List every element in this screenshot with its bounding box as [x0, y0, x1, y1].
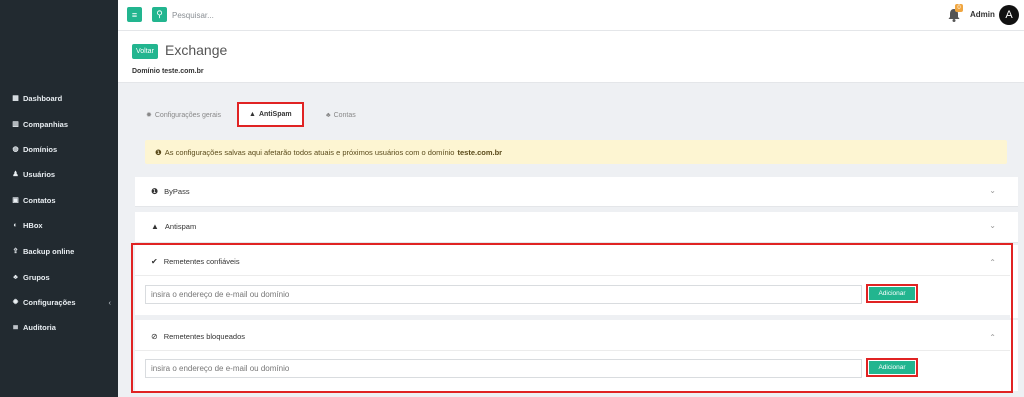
chevron-down-icon[interactable]: ⌄ — [989, 221, 996, 230]
sidebar-item-dominios[interactable]: ◍ Domínios — [11, 142, 111, 156]
avatar[interactable]: A — [999, 5, 1019, 25]
sidebar-item-hbox[interactable]: ◐ HBox — [11, 218, 111, 232]
search-button[interactable]: ⚲ — [152, 7, 167, 22]
sidebar-item-label: Grupos — [23, 272, 50, 282]
sidebar-item-label: Usuários — [23, 169, 56, 179]
user-icon: ♟ — [12, 171, 19, 178]
tab-label: Contas — [333, 111, 356, 119]
sidebar-item-label: Domínios — [23, 144, 58, 154]
tab-bar: ✹ Configurações gerais ▲ AntiSpam ♣ Cont… — [138, 100, 438, 129]
user-name[interactable]: Admin — [970, 10, 995, 19]
sidebar-item-companhias[interactable]: ▥ Companhias — [11, 117, 111, 131]
warning-icon: ▲ — [249, 111, 256, 118]
panel-bypass[interactable]: ❶ ByPass ⌄ — [135, 177, 1018, 207]
building-icon: ▥ — [12, 121, 19, 128]
sidebar-item-label: Backup online — [23, 246, 75, 256]
page-header: Voltar Exchange Domínio teste.com.br — [118, 31, 1024, 83]
info-icon: ❶ — [151, 187, 159, 196]
address-card-icon: ▣ — [12, 197, 19, 204]
list-icon: ≣ — [12, 324, 19, 331]
tab-label: AntiSpam — [258, 111, 292, 118]
info-alert: ❶ As configurações salvas aqui afetarão … — [145, 140, 1007, 164]
tab-label: Configurações gerais — [154, 111, 222, 119]
sidebar: ▦ Dashboard ▥ Companhias ◍ Domínios ♟ Us… — [0, 0, 118, 397]
users-icon: ♣ — [326, 111, 331, 119]
upload-icon: ⇪ — [12, 248, 19, 255]
topbar: ≡ ⚲ 0 Admin A — [118, 0, 1024, 31]
gear-icon: ✹ — [146, 112, 152, 119]
sidebar-item-auditoria[interactable]: ≣ Auditoria — [11, 320, 111, 334]
sidebar-item-label: Auditoria — [23, 322, 56, 332]
page-title: Exchange — [165, 42, 228, 58]
globe-icon: ◍ — [12, 146, 19, 153]
chevron-down-icon[interactable]: ⌄ — [989, 186, 996, 195]
menu-toggle-button[interactable]: ≡ — [127, 7, 142, 22]
hbox-icon: ◐ — [13, 221, 18, 229]
panel-title: Antispam — [164, 222, 197, 231]
sidebar-item-label: Dashboard — [23, 93, 63, 103]
dashboard-icon: ▦ — [12, 95, 19, 102]
notification-badge: 0 — [955, 4, 963, 12]
sidebar-item-label: HBox — [23, 220, 43, 230]
sidebar-item-grupos[interactable]: ♣ Grupos — [11, 270, 111, 284]
tab-antispam[interactable]: ▲ AntiSpam — [237, 102, 304, 127]
sidebar-item-dashboard[interactable]: ▦ Dashboard — [11, 91, 111, 105]
search-icon: ⚲ — [156, 9, 163, 19]
tab-configuracoes-gerais[interactable]: ✹ Configurações gerais — [146, 104, 221, 126]
warning-icon: ▲ — [151, 222, 159, 231]
users-icon: ♣ — [13, 273, 18, 281]
senders-highlight-box — [131, 243, 1013, 393]
domain-subtitle: Domínio teste.com.br — [132, 68, 204, 75]
back-button[interactable]: Voltar — [132, 44, 158, 59]
panel-header: ▲ Antispam — [151, 222, 196, 231]
search-input[interactable] — [172, 7, 372, 23]
sidebar-item-usuarios[interactable]: ♟ Usuários — [11, 167, 111, 181]
panel-antispam[interactable]: ▲ Antispam ⌄ — [135, 212, 1018, 243]
panel-title: ByPass — [164, 187, 190, 196]
tab-contas[interactable]: ♣ Contas — [326, 104, 356, 126]
hamburger-icon: ≡ — [131, 9, 138, 20]
sidebar-item-backup-online[interactable]: ⇪ Backup online — [11, 244, 111, 258]
sidebar-item-label: Configurações — [23, 297, 76, 307]
sidebar-item-label: Contatos — [23, 195, 56, 205]
chevron-left-icon: ‹ — [108, 297, 112, 307]
panel-header: ❶ ByPass — [151, 187, 190, 196]
sidebar-item-label: Companhias — [23, 119, 69, 129]
alert-text: As configurações salvas aqui afetarão to… — [164, 147, 455, 157]
alert-domain: teste.com.br — [457, 147, 503, 157]
sidebar-item-contatos[interactable]: ▣ Contatos — [11, 193, 111, 207]
info-icon: ❶ — [155, 147, 162, 157]
sidebar-item-configuracoes[interactable]: ✹ Configurações ‹ — [11, 295, 111, 309]
gear-icon: ✹ — [12, 299, 19, 306]
